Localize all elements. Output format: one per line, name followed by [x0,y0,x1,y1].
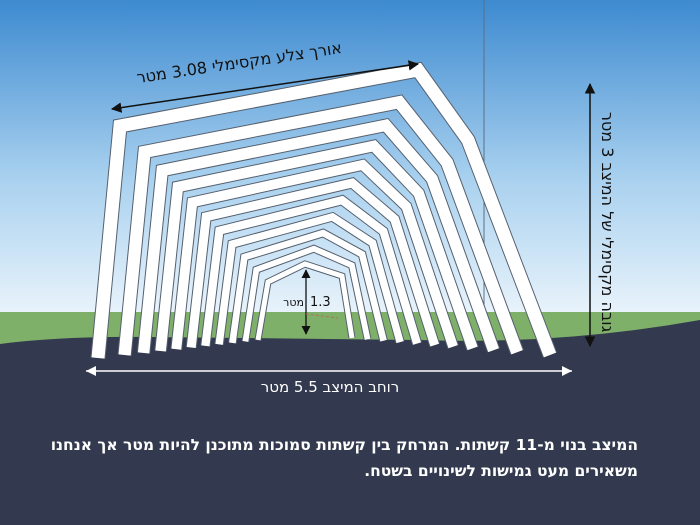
caption-line-1: המיצב בנוי מ-11 קשתות. המרחק בין קשתות ס… [50,436,638,454]
height-label: גובה מקסימלי של המיצב 3 מטר [598,112,617,333]
caption: המיצב בנוי מ-11 קשתות. המרחק בין קשתות ס… [18,432,638,484]
caption-line-2: משאירים מעט גמישות לשינויים בשטח. [364,462,638,480]
inner-height-value: 1.3 [310,295,331,310]
width-label: רוחב המיצב 5.5 מטר [261,378,400,396]
slide: אורך צלע מקסימלי 3.08 מטר גובה מקסימלי ש… [0,0,700,525]
inner-height-unit: מטר [283,296,304,309]
